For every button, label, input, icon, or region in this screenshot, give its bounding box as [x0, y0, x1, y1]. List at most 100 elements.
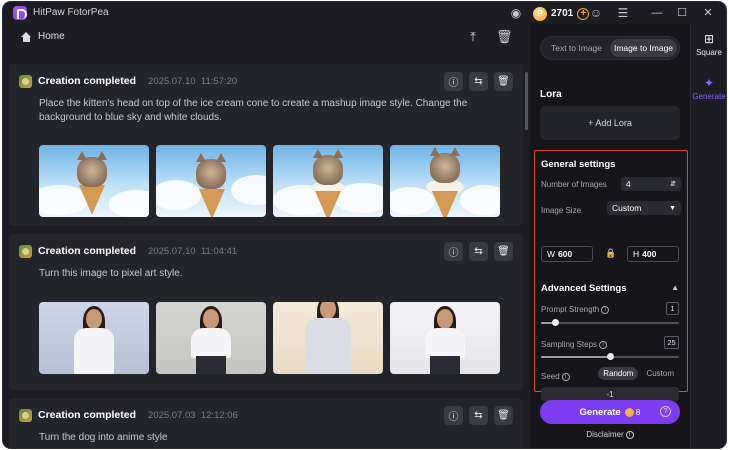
- card-title: Creation completed: [38, 245, 137, 257]
- card-timestamp: 2025.07.03 12:12:06: [148, 409, 238, 421]
- minimize-button[interactable]: —: [648, 5, 666, 21]
- seed-random-option[interactable]: Random: [598, 367, 639, 380]
- discord-icon[interactable]: ◉: [508, 5, 524, 21]
- card-timestamp: 2025.07.10 11:57:20: [148, 75, 238, 87]
- grid-icon: ⊞: [703, 32, 715, 46]
- info-icon[interactable]: i: [599, 340, 608, 349]
- delete-button[interactable]: 🗑: [494, 72, 513, 91]
- title-bar: HitPaw FotorPea ◉ P 2701 + ☺ ☰ — ☐ ✕: [3, 2, 726, 24]
- card-actions: ⓘ ⇆ 🗑: [444, 72, 513, 91]
- generate-cost: 8: [624, 407, 640, 417]
- regenerate-button[interactable]: ⇆: [469, 72, 488, 91]
- regenerate-button[interactable]: ⇆: [469, 406, 488, 425]
- card-actions: ⓘ ⇆ 🗑: [444, 406, 513, 425]
- seed-label: Seed i: [541, 372, 570, 381]
- menu-icon[interactable]: ☰: [615, 5, 631, 21]
- height-label: H: [633, 249, 640, 259]
- account-icon[interactable]: ☺: [588, 5, 604, 21]
- info-button[interactable]: ⓘ: [444, 242, 463, 261]
- result-image[interactable]: [39, 145, 149, 217]
- result-image[interactable]: [390, 302, 500, 374]
- image-size-value: Custom: [612, 203, 642, 213]
- nav-bar: Home ⤒ 🗑: [3, 24, 528, 52]
- num-images-stepper[interactable]: 4 ⇵: [621, 177, 681, 191]
- rail-item-square[interactable]: ⊞ Square: [691, 32, 726, 57]
- tab-text-to-image[interactable]: Text to Image: [543, 39, 610, 57]
- prompt-strength-label: Prompt Strength i: [541, 305, 610, 314]
- app-title: HitPaw FotorPea: [33, 7, 109, 18]
- maximize-button[interactable]: ☐: [673, 5, 691, 21]
- card-prompt: Turn the dog into anime style: [39, 432, 168, 443]
- image-size-label: Image Size: [541, 206, 582, 215]
- card-header: Creation completed 2025.07.10 11:57:20: [19, 74, 237, 88]
- home-label: Home: [38, 31, 65, 42]
- sparkle-icon: ✦: [703, 76, 715, 90]
- help-icon[interactable]: ?: [660, 406, 671, 417]
- generate-label: Generate: [579, 406, 621, 418]
- result-image[interactable]: [39, 302, 149, 374]
- info-icon[interactable]: i: [561, 372, 570, 381]
- result-image[interactable]: [390, 145, 500, 217]
- result-image[interactable]: [156, 302, 266, 374]
- card-actions: ⓘ ⇆ 🗑: [444, 242, 513, 261]
- image-size-select[interactable]: Custom ▼: [607, 201, 681, 215]
- result-image[interactable]: [273, 145, 383, 217]
- info-icon[interactable]: i: [601, 305, 610, 314]
- feed-scrollbar[interactable]: [525, 72, 528, 130]
- credits-display[interactable]: P 2701 +: [531, 5, 593, 22]
- prompt-strength-value[interactable]: 1: [666, 302, 679, 315]
- creation-thumbnail-icon: [19, 74, 32, 88]
- upload-icon[interactable]: ⤒: [465, 29, 481, 45]
- slider-thumb[interactable]: [551, 319, 559, 326]
- generate-button[interactable]: Generate 8 ?: [540, 400, 680, 424]
- width-label: W: [547, 249, 556, 259]
- height-field[interactable]: H 400: [627, 246, 679, 262]
- collapse-advanced-icon[interactable]: ▲: [671, 283, 679, 292]
- sampling-steps-slider[interactable]: [541, 353, 679, 360]
- seed-mode-toggle: Random Custom: [598, 367, 679, 380]
- lock-icon[interactable]: 🔒: [605, 248, 616, 260]
- app-window: HitPaw FotorPea ◉ P 2701 + ☺ ☰ — ☐ ✕ Hom…: [3, 2, 726, 448]
- delete-button[interactable]: 🗑: [494, 242, 513, 261]
- result-image[interactable]: [273, 302, 383, 374]
- seed-value-field[interactable]: -1: [541, 387, 679, 401]
- sampling-steps-label: Sampling Steps i: [541, 340, 608, 349]
- app-logo-icon: [13, 6, 27, 20]
- card-prompt: Place the kitten's head on top of the ic…: [39, 98, 468, 123]
- info-button[interactable]: ⓘ: [444, 72, 463, 91]
- disclaimer-link[interactable]: Disclaimer i: [530, 430, 690, 439]
- info-button[interactable]: ⓘ: [444, 406, 463, 425]
- delete-button[interactable]: 🗑: [494, 406, 513, 425]
- trash-icon[interactable]: 🗑: [496, 29, 513, 45]
- result-images: [39, 302, 500, 374]
- coin-icon: P: [533, 6, 547, 21]
- result-image[interactable]: [156, 145, 266, 217]
- creation-thumbnail-icon: [19, 408, 32, 422]
- tab-image-to-image[interactable]: Image to Image: [610, 39, 677, 57]
- card-title: Creation completed: [38, 409, 137, 421]
- creation-card: Creation completed 2025.07.10 11:04:41 ⓘ…: [9, 234, 523, 390]
- stepper-arrows-icon[interactable]: ⇵: [670, 180, 676, 188]
- sampling-steps-value[interactable]: 25: [664, 336, 679, 349]
- credits-value: 2701: [551, 8, 574, 19]
- height-value: 400: [642, 249, 657, 259]
- right-rail: ⊞ Square ✦ Generate: [690, 24, 726, 448]
- creation-thumbnail-icon: [19, 244, 32, 258]
- creation-card: Creation completed 2025.07.03 12:12:06 ⓘ…: [9, 398, 523, 448]
- lora-title: Lora: [540, 89, 562, 100]
- slider-thumb[interactable]: [607, 353, 614, 360]
- home-link[interactable]: Home: [21, 31, 65, 42]
- regenerate-button[interactable]: ⇆: [469, 242, 488, 261]
- creation-card: Creation completed 2025.07.10 11:57:20 ⓘ…: [9, 64, 523, 226]
- settings-panel: Text to Image Image to Image Lora + Add …: [530, 24, 690, 448]
- rail-item-generate[interactable]: ✦ Generate: [691, 76, 726, 101]
- width-field[interactable]: W 600: [541, 246, 593, 262]
- coin-icon: [624, 407, 634, 417]
- num-images-label: Number of Images: [541, 180, 607, 189]
- close-button[interactable]: ✕: [699, 5, 717, 21]
- general-settings-section: General settings Number of Images 4 ⇵ Im…: [534, 150, 688, 401]
- prompt-strength-slider[interactable]: [541, 319, 679, 326]
- rail-label: Square: [696, 48, 722, 57]
- seed-custom-option[interactable]: Custom: [641, 367, 679, 380]
- add-lora-button[interactable]: + Add Lora: [540, 106, 680, 140]
